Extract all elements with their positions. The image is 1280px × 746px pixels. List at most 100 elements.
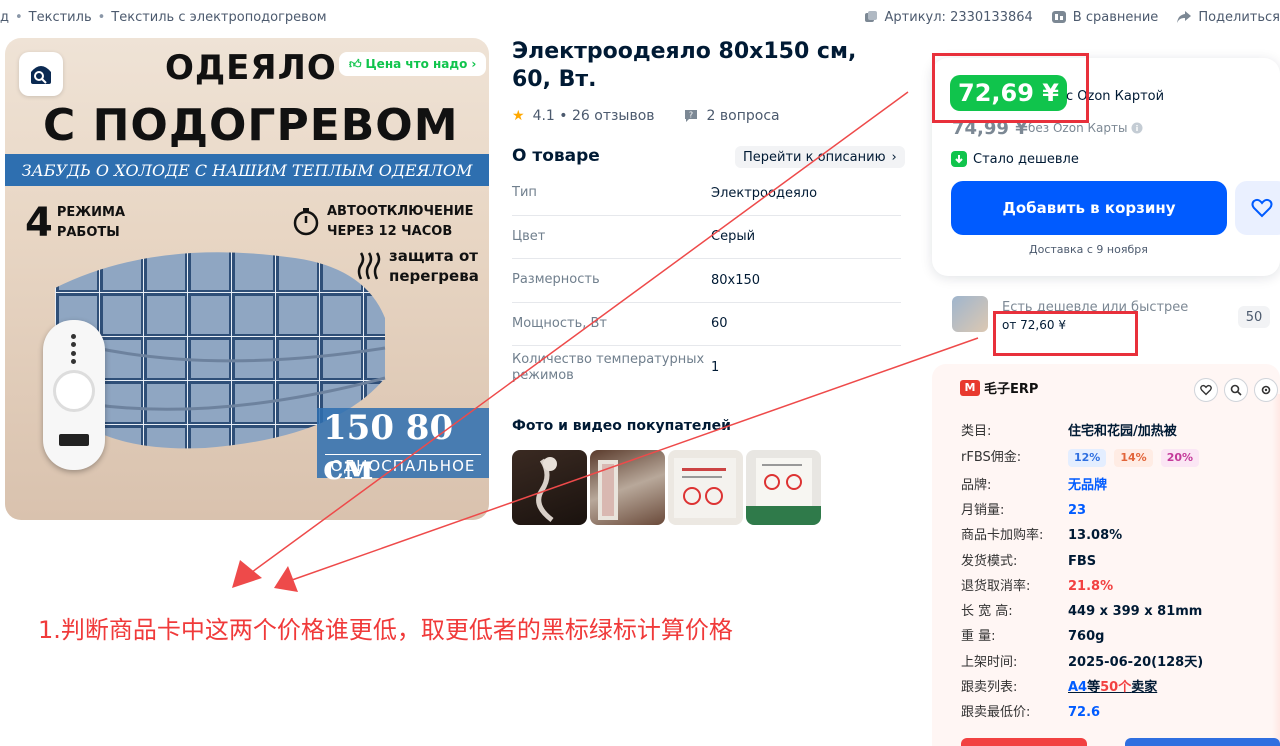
erp-row: 月销量: 23 xyxy=(961,499,1086,518)
overheat-feature: защита от перегрева xyxy=(355,246,479,286)
questions-link[interactable]: 2 вопроса xyxy=(707,108,780,124)
regular-price-label-wrap: без Ozon Карты xyxy=(1028,121,1143,135)
erp-key: 发货模式: xyxy=(961,554,1018,569)
hero-band: ЗАБУДЬ О ХОЛОДЕ С НАШИМ ТЕПЛЫМ ОДЕЯЛОМ xyxy=(5,154,489,186)
erp-row: 重 量: 760g xyxy=(961,625,1104,644)
modes-feature: 4 РЕЖИМА РАБОТЫ xyxy=(25,200,125,246)
erp-key: 跟卖列表: xyxy=(961,680,1018,695)
star-icon: ★ xyxy=(512,108,525,124)
product-main-image[interactable]: 👍︎ Цена что надо › ОДЕЯЛО С ПОДОГРЕВОМ З… xyxy=(5,38,489,520)
seller-list-count: 50个 xyxy=(1100,680,1132,695)
alternative-thumbnail xyxy=(952,296,988,332)
spec-row: Тип Электроодеяло xyxy=(512,172,901,216)
protect-text: перегрева xyxy=(389,267,479,285)
share-label: Поделиться xyxy=(1198,9,1280,25)
spec-key: Тип xyxy=(512,185,537,201)
commission-tag: 12% xyxy=(1068,449,1107,467)
commission-tag: 14% xyxy=(1114,449,1153,467)
erp-value: 13.08% xyxy=(1068,528,1123,543)
spec-key: Мощность, Вт xyxy=(512,315,608,331)
erp-logo: M 毛子ERP xyxy=(960,378,1038,397)
chevron-right-icon: › xyxy=(891,149,897,165)
erp-value: FBS xyxy=(1068,554,1097,569)
erp-value: 住宅和花园/加热被 xyxy=(1068,424,1177,439)
erp-settings-button[interactable] xyxy=(1254,378,1278,402)
spec-value: 60 xyxy=(711,316,728,332)
annotation-box-card-price xyxy=(932,53,1089,123)
annotation-text: 1.判断商品卡中这两个价格谁更低，取更低者的黑标绿标计算价格 xyxy=(38,616,733,644)
page: д • Текстиль • Текстиль с электроподогре… xyxy=(0,0,1280,746)
customer-photo[interactable] xyxy=(668,450,743,525)
spec-key: Размерность xyxy=(512,272,600,288)
timer-icon xyxy=(293,208,319,236)
good-price-badge: 👍︎ Цена что надо › xyxy=(339,52,487,76)
price-drop-label: Стало дешевле xyxy=(973,151,1079,167)
image-search-icon xyxy=(31,66,51,84)
erp-row: 商品卡加购率: 13.08% xyxy=(961,524,1122,543)
product-title: Электроодеяло 80х150 см, 60, Вт. xyxy=(512,39,857,92)
top-actions: Артикул: 2330133864 В сравнение Поделить… xyxy=(863,0,1280,34)
modes-text: РЕЖИМА xyxy=(56,205,126,220)
specs-table: Тип Электроодеяло Цвет Серый Размерность… xyxy=(512,172,901,390)
breadcrumb-item[interactable]: Текстиль xyxy=(29,10,92,25)
info-icon[interactable] xyxy=(1131,122,1143,134)
erp-logo-icon: M xyxy=(960,379,980,396)
erp-brand: 毛子ERP xyxy=(984,382,1039,397)
delivery-date: Доставка с 9 ноября xyxy=(1029,243,1148,256)
erp-value[interactable]: 23 xyxy=(1068,503,1086,518)
protect-text: защита от xyxy=(389,247,478,265)
spec-value: Серый xyxy=(711,229,756,245)
breadcrumb-separator: • xyxy=(15,9,23,25)
erp-search-button[interactable] xyxy=(1224,378,1248,402)
seller-list-text: 等 xyxy=(1087,680,1101,695)
rating-reviews-link[interactable]: 4.1 • 26 отзывов xyxy=(533,108,655,124)
chevron-right-icon: › xyxy=(471,57,477,71)
timer-text: ЧЕРЕЗ 12 ЧАСОВ xyxy=(327,224,453,239)
erp-value: 449 x 399 x 81mm xyxy=(1068,604,1203,619)
customer-photo[interactable] xyxy=(746,450,821,525)
erp-favorite-button[interactable] xyxy=(1194,378,1218,402)
size-badge: 150 80 см ОДНОСПАЛЬНОЕ xyxy=(317,408,489,488)
erp-row: 发货模式: FBS xyxy=(961,550,1096,569)
seller-list-a4: A4 xyxy=(1068,680,1088,695)
erp-key: 品牌: xyxy=(961,478,992,493)
article-number[interactable]: Артикул: 2330133864 xyxy=(863,9,1033,25)
search-by-image-button[interactable] xyxy=(19,52,63,96)
svg-text:?: ? xyxy=(688,111,692,120)
erp-row: 类目: 住宅和花园/加热被 xyxy=(961,420,1177,439)
good-price-label: Цена что надо xyxy=(365,57,468,71)
breadcrumb-item[interactable]: Текстиль с электроподогревом xyxy=(111,10,326,25)
share-button[interactable]: Поделиться xyxy=(1176,9,1280,25)
erp-value[interactable]: 无品牌 xyxy=(1068,478,1107,493)
thumbs-up-icon: 👍︎ xyxy=(349,56,362,71)
customer-photo[interactable] xyxy=(512,450,587,525)
erp-value: 2025-06-20(128天) xyxy=(1068,655,1204,670)
customer-photos xyxy=(512,450,821,525)
compare-button[interactable]: В сравнение xyxy=(1051,9,1158,25)
erp-value: 21.8% xyxy=(1068,579,1114,594)
breadcrumb-item[interactable]: д xyxy=(0,10,9,25)
remote-control-illustration xyxy=(43,320,105,470)
erp-key: 重 量: xyxy=(961,629,996,644)
spec-row: Мощность, Вт 60 xyxy=(512,303,901,346)
timer-text: АВТООТКЛЮЧЕНИЕ xyxy=(327,204,474,219)
add-to-cart-button[interactable]: Добавить в корзину xyxy=(951,181,1227,235)
go-to-description-button[interactable]: Перейти к описанию › xyxy=(735,146,905,168)
spec-key: Цвет xyxy=(512,228,546,244)
erp-row: rFBS佣金: 12% 14% 20% xyxy=(961,446,1207,467)
seller-list-link[interactable]: A4等50个卖家 xyxy=(1068,680,1157,695)
customer-photo[interactable] xyxy=(590,450,665,525)
erp-action-button-blue[interactable] xyxy=(1125,738,1280,746)
erp-row: 上架时间: 2025-06-20(128天) xyxy=(961,651,1203,670)
erp-action-button-red[interactable] xyxy=(961,738,1087,746)
about-heading: О товаре xyxy=(512,146,600,166)
seller-list-text: 卖家 xyxy=(1131,680,1158,695)
erp-key: 上架时间: xyxy=(961,655,1018,670)
alternatives-count: 50 xyxy=(1238,306,1270,328)
spec-value: 1 xyxy=(711,360,720,376)
customer-photos-heading: Фото и видео покупателей xyxy=(512,418,731,434)
favorite-button[interactable] xyxy=(1235,181,1280,235)
erp-key: rFBS佣金: xyxy=(961,450,1022,465)
erp-key: 月销量: xyxy=(961,503,1005,518)
modes-number: 4 xyxy=(25,200,53,246)
